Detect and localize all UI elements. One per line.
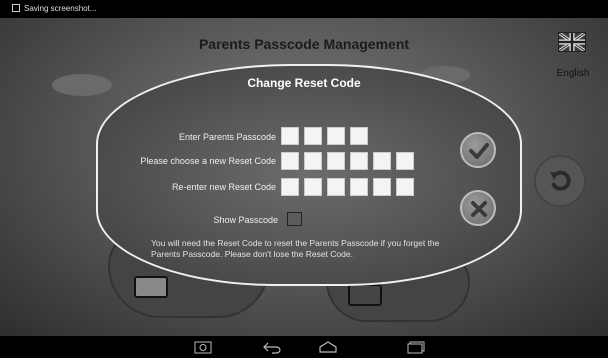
navigation-bar <box>0 336 608 358</box>
passcode-digit-box[interactable] <box>304 127 322 145</box>
confirm-button[interactable] <box>460 132 496 168</box>
reenter-reset-code-digit-box[interactable] <box>396 178 414 196</box>
new-reset-code-digit-box[interactable] <box>327 152 345 170</box>
reenter-reset-code-digit-box[interactable] <box>304 178 322 196</box>
new-reset-code-digit-box[interactable] <box>396 152 414 170</box>
reenter-reset-code-label: Re-enter new Reset Code <box>171 182 276 192</box>
checkmark-icon <box>469 143 489 159</box>
undo-icon <box>550 170 571 191</box>
home-icon[interactable] <box>318 340 338 354</box>
passcode-digit-box[interactable] <box>281 127 299 145</box>
show-passcode-checkbox[interactable] <box>287 212 302 226</box>
new-reset-code-digit-box[interactable] <box>373 152 391 170</box>
recents-icon[interactable] <box>406 340 426 354</box>
reenter-reset-code-digit-box[interactable] <box>373 178 391 196</box>
new-reset-code-digit-box[interactable] <box>350 152 368 170</box>
new-reset-code-digit-box[interactable] <box>281 152 299 170</box>
cancel-button[interactable] <box>460 190 496 226</box>
reenter-reset-code-digit-box[interactable] <box>281 178 299 196</box>
back-icon[interactable] <box>262 340 282 354</box>
reenter-reset-code-digit-box[interactable] <box>350 178 368 196</box>
new-reset-code-digit-box[interactable] <box>304 152 322 170</box>
screenshot-notification-icon <box>12 4 20 12</box>
status-bar: Saving screenshot... <box>0 0 608 18</box>
back-button[interactable] <box>534 155 586 207</box>
page-title: Parents Passcode Management <box>198 36 410 52</box>
reenter-reset-code-digit-box[interactable] <box>327 178 345 196</box>
dialog-title: Change Reset Code <box>247 76 361 90</box>
passcode-label: Enter Parents Passcode <box>178 132 276 142</box>
reset-code-note: You will need the Reset Code to reset th… <box>151 238 440 259</box>
device-icon <box>348 284 382 306</box>
passcode-digit-box[interactable] <box>350 127 368 145</box>
new-reset-code-label: Please choose a new Reset Code <box>140 156 276 166</box>
uk-flag-icon[interactable] <box>558 32 586 52</box>
passcode-digit-box[interactable] <box>327 127 345 145</box>
status-notification-text: Saving screenshot... <box>24 4 97 13</box>
device-icon <box>134 276 168 298</box>
close-icon <box>471 201 487 217</box>
show-passcode-label: Show Passcode <box>213 215 278 225</box>
screenshot-icon[interactable] <box>194 340 212 354</box>
